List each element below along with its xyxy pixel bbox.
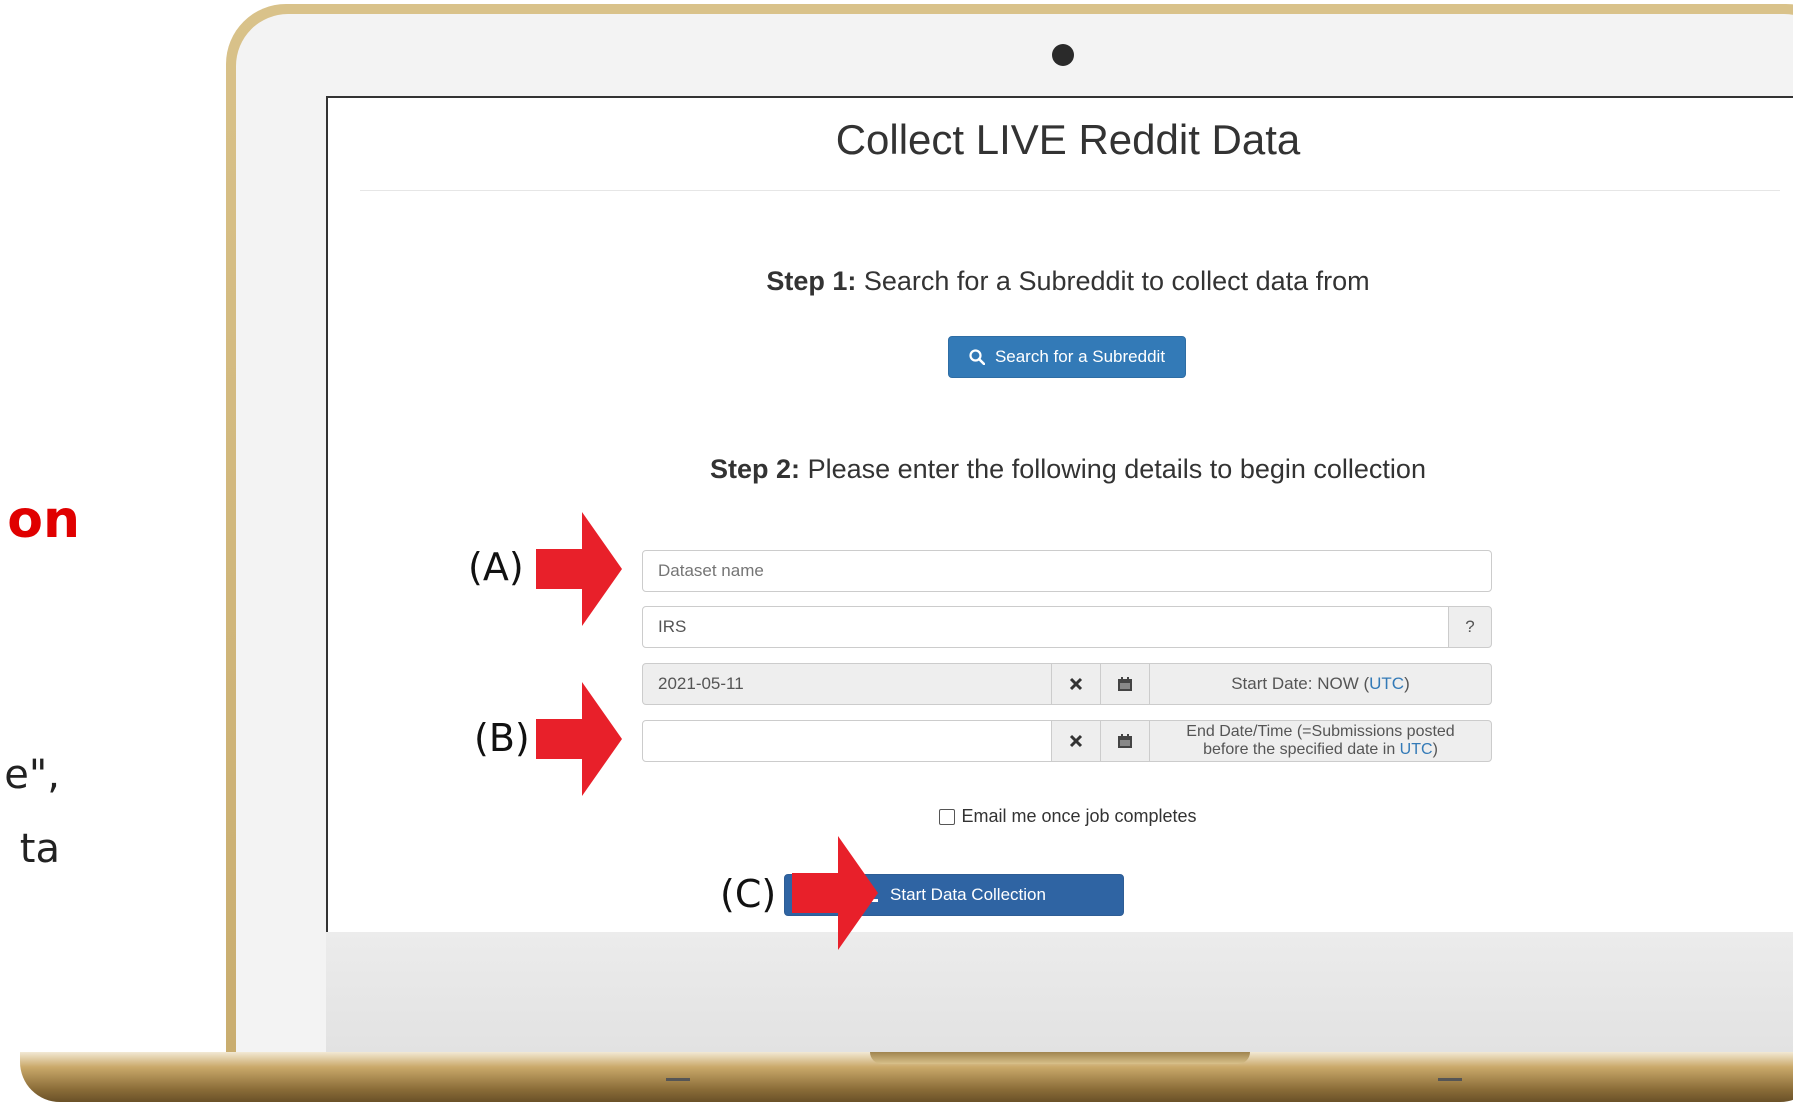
annotation-b-label: (B) [474,716,530,760]
subreddit-input[interactable]: IRS [642,606,1449,648]
end-date-input[interactable] [642,720,1052,762]
end-date-label-line2: before the specified date in [1203,741,1400,758]
utc-link[interactable]: UTC [1400,741,1433,758]
step2-heading: Step 2: Please enter the following detai… [328,454,1793,485]
laptop-foot [1438,1078,1462,1081]
clear-icon [1069,734,1083,748]
subreddit-help-button[interactable]: ? [1448,606,1492,648]
start-date-input[interactable]: 2021-05-11 [642,663,1052,705]
start-button-label: Start Data Collection [890,885,1046,904]
calendar-icon [1118,677,1132,691]
annotation-arrow [536,512,622,626]
start-date-calendar-button[interactable] [1100,663,1150,705]
start-date-label: Start Date: NOW (UTC) [1149,663,1492,705]
slide-text-fragment: ta [19,826,60,872]
laptop-foot [666,1078,690,1081]
annotation-a-label: (A) [468,545,524,589]
search-subreddit-button[interactable]: Search for a Subreddit [948,336,1186,378]
annotation-arrow [792,836,878,950]
end-date-calendar-button[interactable] [1100,720,1150,762]
email-checkbox-label: Email me once job completes [961,806,1197,826]
email-checkbox[interactable] [939,808,956,825]
webcam [1052,44,1074,66]
email-checkbox-row[interactable]: Email me once job completes [328,806,1793,827]
slide-text-fragment: e", [4,752,60,798]
calendar-icon [1118,734,1132,748]
divider [360,190,1780,191]
clear-icon [1069,677,1083,691]
start-date-label-text: Start Date: NOW ( [1231,673,1370,693]
dataset-name-input[interactable] [642,550,1492,592]
end-date-clear-button[interactable] [1051,720,1101,762]
step1-label: Step 1: [766,266,857,296]
end-date-label: End Date/Time (=Submissions posted befor… [1149,720,1492,762]
start-date-label-suffix: ) [1404,673,1410,693]
slide-heading-fragment: on [7,490,80,550]
start-date-clear-button[interactable] [1051,663,1101,705]
step1-text: Search for a Subreddit to collect data f… [856,266,1370,296]
step1-heading: Step 1: Search for a Subreddit to collec… [328,266,1793,297]
laptop-notch [870,1052,1250,1064]
step2-label: Step 2: [710,454,801,484]
screen-bottom [326,930,1793,1054]
utc-link[interactable]: UTC [1369,674,1404,693]
annotation-c-label: (C) [720,872,777,916]
step2-text: Please enter the following details to be… [800,454,1426,484]
end-date-label-suffix: ) [1432,741,1438,758]
end-date-label-line1: End Date/Time (=Submissions posted [1186,723,1455,741]
search-icon [969,349,985,365]
annotation-arrow [536,682,622,796]
search-button-label: Search for a Subreddit [994,347,1166,366]
page-title: Collect LIVE Reddit Data [835,116,1301,163]
